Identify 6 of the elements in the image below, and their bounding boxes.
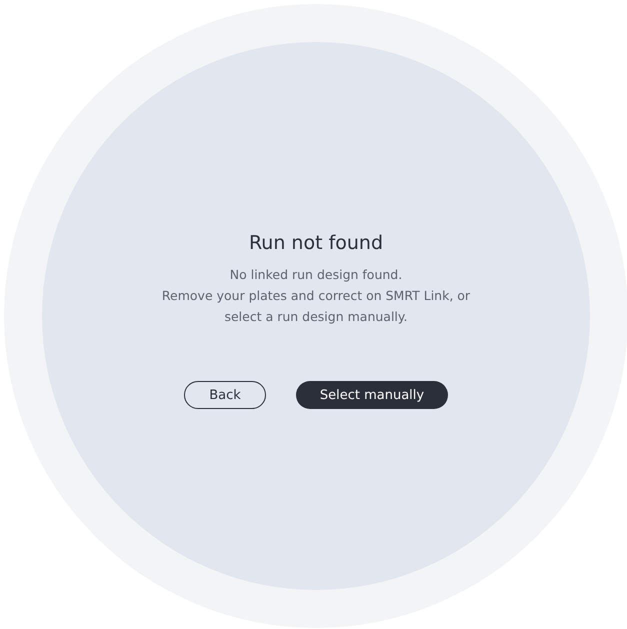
select-button[interactable]: Select manually [296, 381, 448, 409]
dialog-title: Run not found [248, 232, 384, 254]
back-button[interactable]: Back [184, 381, 266, 409]
message-line: No linked run design found. [230, 266, 402, 284]
message-line: Remove your plates and correct on SMRT Link, or [162, 287, 470, 305]
message-line: select a run design manually. [224, 308, 408, 326]
